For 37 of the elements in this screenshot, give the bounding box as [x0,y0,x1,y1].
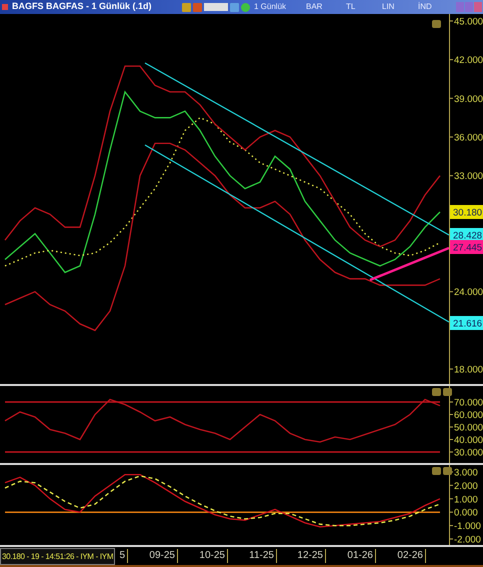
axis-label: 40.000 [454,435,483,446]
price-tag: 30.180 [450,205,483,219]
axis-label: 24.000 [454,287,483,298]
toolbar-button[interactable]: 1 Günlük [254,1,306,13]
date-label: 09-25 [149,549,178,563]
date-label: 5 [119,549,128,563]
date-label: 12-25 [297,549,326,563]
date-label: 01-26 [347,549,376,563]
axis-label: -1.000 [454,521,481,532]
app-icon [2,4,8,10]
toolbar-button[interactable]: BAR [306,1,346,13]
axis-label: -2.000 [454,534,481,545]
axis-label: 39.000 [454,94,483,105]
price-tag: 21.616 [450,316,483,330]
axis-label: 70.000 [454,398,483,408]
axis-label: 2.000 [454,480,478,492]
price-tag: 27.445 [450,240,483,254]
axis-label: 1.000 [454,494,478,506]
axis-label: 60.000 [454,410,483,421]
toolbar-button[interactable]: LIN [382,1,418,13]
axis-label: 50.000 [454,422,483,434]
axis-label: 33.000 [454,171,483,182]
axis-label: 0.000 [454,508,478,519]
date-label: 11-25 [249,549,277,563]
date-label: 10-25 [199,549,228,563]
toolbar-button[interactable]: TL [346,1,382,13]
axis-label: 45.000 [454,16,483,28]
axis-label: 36.000 [454,132,483,144]
date-label: 02-26 [397,549,426,563]
axis-label: 3.000 [454,467,478,478]
axis-label: 30.000 [454,448,483,458]
window-title: BAGFS BAGFAS - 1 Günlük (.1d) [12,0,153,14]
status-text: 30.180 - 19 - 14:51:26 - IYM - IYM [0,548,116,565]
axis-label: 18.000 [454,364,483,376]
axis-label: 42.000 [454,55,483,66]
toolbar-button[interactable]: İND [418,1,448,13]
panel-button[interactable] [432,20,441,28]
